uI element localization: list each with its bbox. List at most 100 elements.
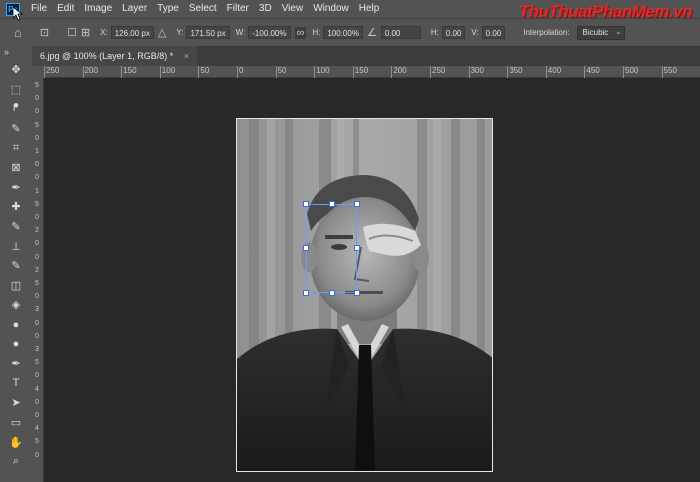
- ruler-label: 250: [46, 66, 60, 75]
- ruler-label: 0: [35, 240, 39, 248]
- ruler-tick: [468, 66, 470, 78]
- ruler-tick: [314, 66, 316, 78]
- ruler-label: 350: [509, 66, 523, 75]
- ruler-tick: [661, 66, 663, 78]
- transform-handle-left[interactable]: [303, 245, 309, 251]
- delta-icon[interactable]: △: [158, 26, 166, 39]
- ruler-label: 5: [35, 280, 39, 287]
- dodge-icon[interactable]: ●: [0, 334, 32, 354]
- transform-handle-bottom[interactable]: [329, 290, 335, 296]
- tool-list: ✥ ⬚ ᖰ ✎ ⌗ ⊠ ✒ ✚ ✎ ⊥ ✎ ◫ ◈ ● ● ✒ T ➤ ▭ ✋ ⌕: [0, 60, 32, 471]
- ruler-tick: [507, 66, 509, 78]
- transform-handle-bottom-right[interactable]: [354, 290, 360, 296]
- transform-handle-top-left[interactable]: [303, 201, 309, 207]
- menu-file[interactable]: File: [26, 0, 52, 18]
- y-label: Y:: [176, 28, 184, 37]
- ruler-tick: [391, 66, 393, 78]
- ruler-label: 0: [35, 293, 39, 301]
- ruler-label: 5: [35, 82, 39, 89]
- w-label: W:: [235, 28, 246, 37]
- menu-type[interactable]: Type: [152, 0, 184, 18]
- x-field[interactable]: 126.00 px: [110, 26, 154, 39]
- path-select-icon[interactable]: ➤: [0, 393, 32, 413]
- marquee-icon[interactable]: ⬚: [0, 80, 32, 100]
- ruler-corner: [32, 66, 44, 78]
- transform-handle-top[interactable]: [329, 201, 335, 207]
- crop-icon[interactable]: ⌗: [0, 138, 32, 158]
- x-label: X:: [100, 28, 108, 37]
- mouse-cursor-icon: [13, 7, 23, 21]
- brush-icon[interactable]: ✎: [0, 217, 32, 237]
- transform-handle-bottom-left[interactable]: [303, 290, 309, 296]
- ruler-label: 100: [161, 66, 176, 75]
- frame-icon[interactable]: ⊠: [0, 158, 32, 178]
- ruler-tick: [159, 66, 161, 78]
- menu-layer[interactable]: Layer: [117, 0, 152, 18]
- ruler-label: 5: [35, 121, 39, 129]
- ruler-label: 0: [239, 66, 244, 75]
- zoom-icon[interactable]: ⌕: [0, 452, 32, 472]
- menu-window[interactable]: Window: [308, 0, 354, 18]
- ruler-tick: [545, 66, 547, 78]
- pen-icon[interactable]: ✒: [0, 354, 32, 374]
- menu-3d[interactable]: 3D: [254, 0, 277, 18]
- paint-bucket-icon[interactable]: ◈: [0, 295, 32, 315]
- rectangle-icon[interactable]: ▭: [0, 413, 32, 433]
- eraser-icon[interactable]: ◫: [0, 276, 32, 296]
- ruler-label: 0: [35, 214, 39, 221]
- menu-view[interactable]: View: [277, 0, 309, 18]
- h-field[interactable]: 100.00%: [323, 26, 363, 39]
- ruler-label: 5: [35, 438, 39, 446]
- ruler-label: 3: [35, 306, 39, 314]
- ruler-label: 1: [35, 187, 39, 195]
- eyedropper-icon[interactable]: ✒: [0, 178, 32, 198]
- type-icon[interactable]: T: [0, 374, 32, 394]
- hskew-field[interactable]: 0.00: [441, 26, 466, 39]
- y-field[interactable]: 171.50 px: [186, 26, 230, 39]
- w-field[interactable]: -100.00%: [248, 26, 291, 39]
- transform-handle-top-right[interactable]: [354, 201, 360, 207]
- quick-select-icon[interactable]: ✎: [0, 119, 32, 139]
- healing-icon[interactable]: ✚: [0, 197, 32, 217]
- close-tab-icon[interactable]: ×: [184, 51, 189, 61]
- ruler-label: 4: [35, 425, 39, 433]
- ruler-label: 0: [35, 134, 39, 142]
- blur-icon[interactable]: ●: [0, 315, 32, 335]
- hskew-label: H:: [430, 28, 439, 37]
- document-tab[interactable]: 6.jpg @ 100% (Layer 1, RGB/8) * ×: [32, 46, 197, 66]
- vskew-field[interactable]: 0.00: [481, 26, 506, 39]
- menu-edit[interactable]: Edit: [52, 0, 79, 18]
- ruler-label: 150: [123, 66, 137, 75]
- menu-image[interactable]: Image: [79, 0, 117, 18]
- move-icon[interactable]: ✥: [0, 60, 32, 80]
- ruler-label: 150: [354, 66, 369, 75]
- ruler-label: 3: [35, 346, 39, 353]
- link-icon[interactable]: ∞: [294, 26, 307, 39]
- horizontal-ruler[interactable]: 250 200 150 100 50 0 50 100 150 200 250 300 350 400 45…: [44, 66, 700, 78]
- home-icon[interactable]: ⌂: [14, 25, 22, 40]
- stamp-icon[interactable]: ⊥: [0, 236, 32, 256]
- transform-handle-right[interactable]: [354, 245, 360, 251]
- interpolation-label: Interpolation:: [523, 28, 570, 37]
- document-tab-title: 6.jpg @ 100% (Layer 1, RGB/8) *: [40, 51, 174, 61]
- transform-bounding-box[interactable]: [306, 204, 357, 293]
- vertical-ruler[interactable]: 5 0 0 5 0 1 0 0 1 5 0 2 0 0 2 5 0 3 0 0 3 5 0 4 0 0 4 5 0: [32, 78, 44, 482]
- menu-select[interactable]: Select: [184, 0, 222, 18]
- ruler-label: 500: [625, 66, 639, 75]
- ruler-label: 400: [547, 66, 562, 75]
- menu-help[interactable]: Help: [354, 0, 385, 18]
- menu-filter[interactable]: Filter: [222, 0, 254, 18]
- ruler-label: 0: [35, 398, 39, 406]
- ruler-label: 0: [35, 332, 39, 340]
- angle-field[interactable]: 0.00: [380, 26, 421, 39]
- collapse-panel-icon[interactable]: »: [0, 46, 32, 60]
- history-brush-icon[interactable]: ✎: [0, 256, 32, 276]
- reference-point-icon[interactable]: ⊞: [81, 26, 90, 39]
- interpolation-select[interactable]: Bicubic ⌄: [576, 25, 626, 40]
- document-image[interactable]: [236, 118, 493, 472]
- ruler-tick: [584, 66, 586, 78]
- checkbox-icon[interactable]: ☐: [67, 26, 77, 39]
- hand-icon[interactable]: ✋: [0, 432, 32, 452]
- angle-icon: ∠: [366, 27, 377, 39]
- lasso-icon[interactable]: ᖰ: [0, 99, 32, 119]
